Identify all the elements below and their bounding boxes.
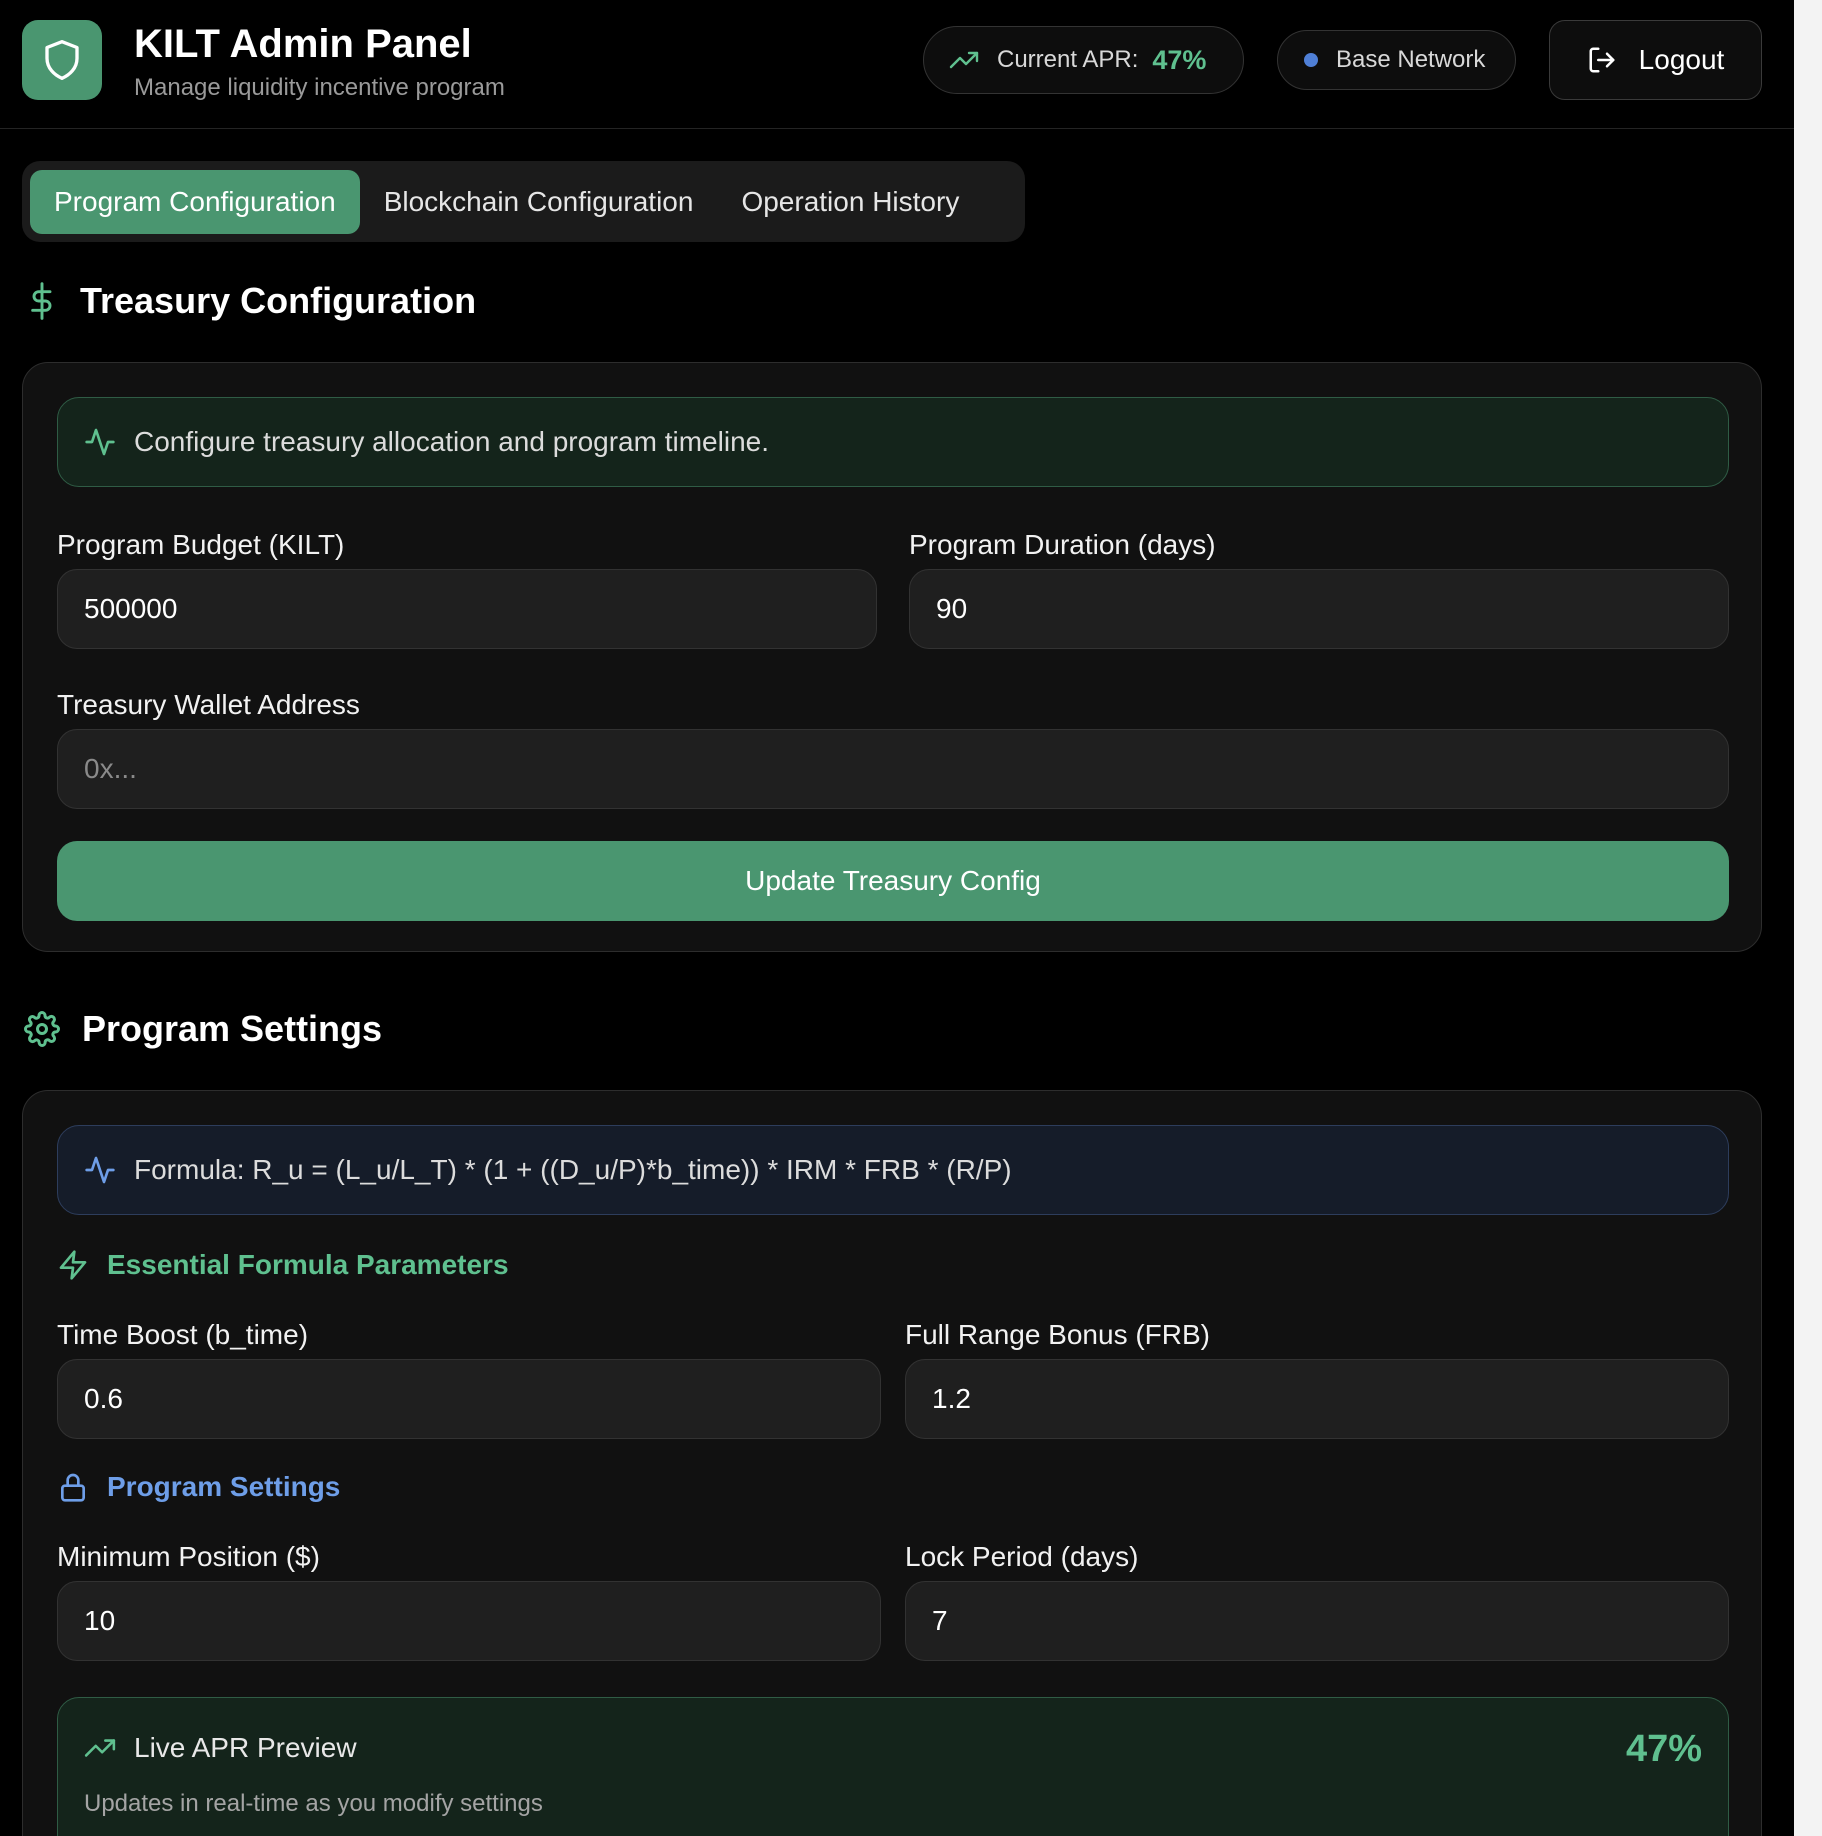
formula-notice: Formula: R_u = (L_u/L_T) * (1 + ((D_u/P)… <box>57 1125 1729 1215</box>
wallet-label: Treasury Wallet Address <box>57 689 360 720</box>
preview-apr-value: 47% <box>1625 1728 1702 1770</box>
live-apr-preview: Live APR Preview Updates in real-time as… <box>57 1697 1729 1836</box>
app-subtitle: Manage liquidity incentive program <box>134 74 505 101</box>
budget-label: Program Budget (KILT) <box>57 529 345 560</box>
preview-title: Live APR Preview <box>84 1732 357 1764</box>
budget-input[interactable] <box>57 569 877 649</box>
essential-params-text: Essential Formula Parameters <box>107 1249 509 1280</box>
logout-icon <box>1589 47 1615 73</box>
app-title: KILT Admin Panel <box>134 22 472 66</box>
essential-params-heading: Essential Formula Parameters <box>57 1249 509 1281</box>
lock-period-input[interactable] <box>905 1581 1729 1661</box>
treasury-card: Configure treasury allocation and progra… <box>22 362 1762 952</box>
lock-period-label: Lock Period (days) <box>905 1541 1139 1572</box>
tab-blockchain-configuration[interactable]: Blockchain Configuration <box>360 170 718 234</box>
duration-input[interactable] <box>909 569 1729 649</box>
frb-label: Full Range Bonus (FRB) <box>905 1319 1211 1350</box>
time-boost-label: Time Boost (b_time) <box>57 1319 309 1350</box>
min-position-input[interactable] <box>57 1581 881 1661</box>
network-badge: Base Network <box>1277 30 1516 90</box>
logout-label: Logout <box>1638 44 1725 75</box>
min-position-label: Minimum Position ($) <box>57 1541 320 1572</box>
logout-button[interactable]: Logout <box>1549 20 1762 100</box>
treasury-title-text: Treasury Configuration <box>80 280 477 321</box>
program-settings-subheading: Program Settings <box>57 1471 340 1503</box>
wallet-address-input[interactable] <box>57 729 1729 809</box>
time-boost-input[interactable] <box>57 1359 881 1439</box>
settings-section-title: Program Settings <box>24 1008 382 1050</box>
settings-title-text: Program Settings <box>82 1008 383 1049</box>
activity-icon <box>85 1156 115 1184</box>
trending-up-icon <box>84 1739 116 1757</box>
apr-value: 47% <box>1152 44 1207 75</box>
trending-up-icon <box>949 51 979 69</box>
tab-bar: Program Configuration Blockchain Configu… <box>22 161 1025 242</box>
tab-program-configuration[interactable]: Program Configuration <box>30 169 360 234</box>
admin-page: KILT Admin Panel Manage liquidity incent… <box>0 0 1822 1836</box>
top-header: KILT Admin Panel Manage liquidity incent… <box>0 0 1794 129</box>
treasury-notice: Configure treasury allocation and progra… <box>57 397 1729 487</box>
shield-icon <box>22 20 102 100</box>
frb-input[interactable] <box>905 1359 1729 1439</box>
page-scrollbar[interactable] <box>1794 0 1822 1836</box>
duration-label: Program Duration (days) <box>909 529 1216 560</box>
network-dot-icon <box>1304 53 1318 67</box>
gear-icon <box>24 1011 60 1047</box>
dollar-icon <box>26 281 58 321</box>
program-settings-subtext: Program Settings <box>107 1471 341 1502</box>
treasury-section-title: Treasury Configuration <box>26 280 476 322</box>
current-apr-badge: Current APR: 47% <box>923 26 1244 94</box>
tab-operation-history[interactable]: Operation History <box>717 170 983 234</box>
treasury-notice-text: Configure treasury allocation and progra… <box>134 426 769 457</box>
activity-icon <box>85 428 115 456</box>
lock-icon <box>61 1473 85 1502</box>
apr-label: Current APR: <box>997 46 1139 73</box>
zap-icon <box>59 1250 87 1280</box>
network-label: Base Network <box>1336 46 1486 73</box>
settings-card: Formula: R_u = (L_u/L_T) * (1 + ((D_u/P)… <box>22 1090 1762 1836</box>
update-treasury-button[interactable]: Update Treasury Config <box>57 841 1729 921</box>
preview-title-text: Live APR Preview <box>134 1732 357 1763</box>
formula-text: Formula: R_u = (L_u/L_T) * (1 + ((D_u/P)… <box>134 1154 1012 1185</box>
preview-subtitle: Updates in real-time as you modify setti… <box>84 1790 543 1817</box>
